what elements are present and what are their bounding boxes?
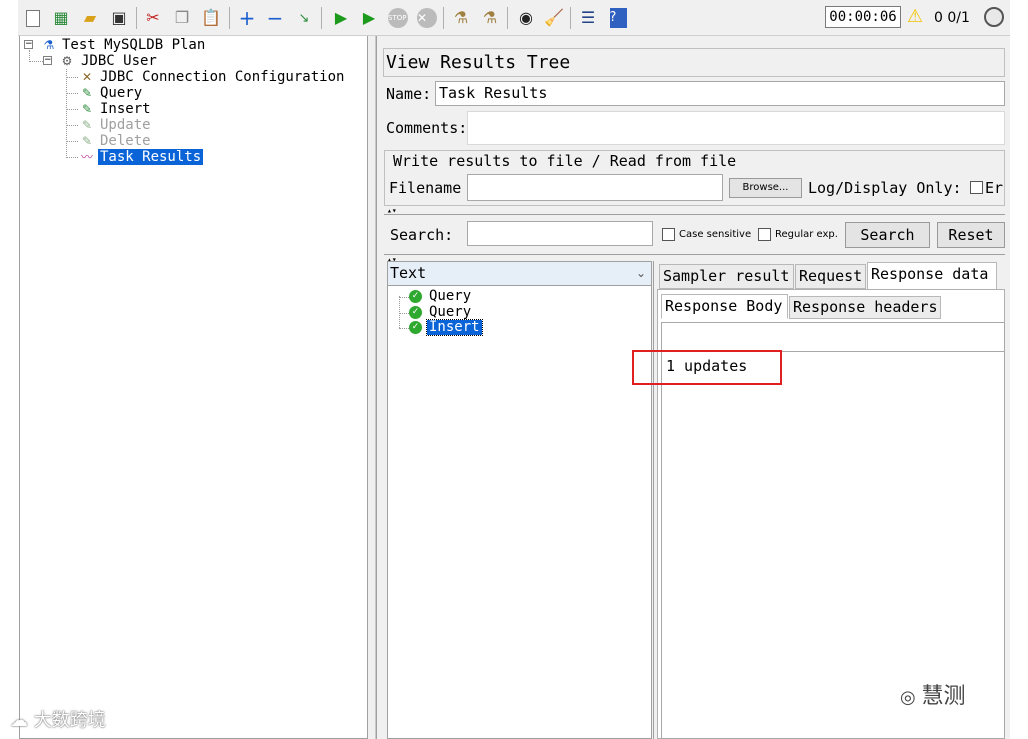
gear-icon: ⚙ <box>61 54 73 68</box>
name-label: Name: <box>386 85 432 103</box>
tab-sampler-result[interactable]: Sampler result <box>659 264 794 289</box>
renderer-value: Text <box>390 264 427 282</box>
toggle-icon[interactable]: ↘ <box>293 7 315 29</box>
panel-title: View Results Tree <box>383 48 1005 77</box>
elapsed-timer: 00:00:06 <box>825 6 901 28</box>
reset-button[interactable]: Reset <box>937 222 1005 248</box>
sample-item-insert[interactable]: Insert <box>426 319 483 336</box>
start-no-pauses-icon[interactable]: ▶ <box>358 7 380 29</box>
case-sensitive-label: Case sensitive <box>679 229 752 240</box>
dropper-icon: ✎ <box>81 86 93 100</box>
start-icon[interactable]: ▶ <box>330 7 352 29</box>
errors-checkbox[interactable] <box>970 181 983 194</box>
templates-icon[interactable]: ▦ <box>50 7 72 29</box>
stop-icon[interactable]: STOP <box>387 7 409 29</box>
cloud-icon: ☁ <box>10 710 34 731</box>
search-label: Search: <box>390 226 454 244</box>
tree-item-task-results[interactable]: Task Results <box>98 149 204 165</box>
sample-item-query[interactable]: Query <box>429 305 471 320</box>
comments-field[interactable] <box>467 111 1005 145</box>
dropper-icon: ✎ <box>81 134 93 148</box>
highlight-box <box>632 350 782 385</box>
renderer-select[interactable]: Text ⌄ <box>388 262 651 286</box>
expand-icon[interactable]: + <box>236 7 258 29</box>
reset-search-icon[interactable]: 🧹 <box>543 7 565 29</box>
filename-label: Filename <box>389 179 462 197</box>
success-icon: ✓ <box>409 306 422 319</box>
tab-response-data[interactable]: Response data <box>867 262 997 290</box>
tree-item-insert[interactable]: Insert <box>100 101 151 117</box>
tab-response-headers[interactable]: Response headers <box>789 296 941 319</box>
flask-icon: ⚗ <box>43 38 55 52</box>
collapse-plan-icon[interactable]: − <box>24 40 33 49</box>
watermark-right-text: 慧测 <box>921 684 966 709</box>
comments-label: Comments: <box>386 119 468 137</box>
name-field[interactable]: Task Results <box>435 81 1005 106</box>
watermark-right: ◎ 慧测 <box>900 678 965 710</box>
thread-counts: 0 0/1 <box>934 10 970 26</box>
help-icon[interactable]: ? <box>607 7 629 29</box>
search-button[interactable]: Search <box>845 222 930 248</box>
paste-icon[interactable]: 📋 <box>200 7 222 29</box>
tab-request[interactable]: Request <box>795 264 866 289</box>
collapse-thread-group-icon[interactable]: − <box>43 56 52 65</box>
watermark-left: ☁ 大数跨境 <box>10 706 106 732</box>
file-section-title: Write results to file / Read from file <box>390 151 740 171</box>
copy-icon[interactable]: ❐ <box>171 7 193 29</box>
clear-icon[interactable]: ⚗ <box>450 7 472 29</box>
errors-label: Er <box>985 179 1004 197</box>
case-sensitive-checkbox[interactable] <box>662 228 675 241</box>
search-icon[interactable]: ◉ <box>515 7 537 29</box>
regex-label: Regular exp. <box>775 229 838 240</box>
save-icon[interactable]: ▣ <box>108 7 130 29</box>
dropper-icon: ✎ <box>81 102 93 116</box>
tree-item-delete[interactable]: Delete <box>100 133 151 149</box>
tree-item-update[interactable]: Update <box>100 117 151 133</box>
clear-all-icon[interactable]: ⚗ <box>479 7 501 29</box>
remote-status-icon <box>984 7 1004 27</box>
log-display-label: Log/Display Only: <box>808 179 962 197</box>
browse-button[interactable]: Browse... <box>729 178 802 198</box>
response-toolbar-area <box>661 322 1005 352</box>
filename-input[interactable] <box>467 174 723 201</box>
tab-response-body[interactable]: Response Body <box>661 294 788 319</box>
warning-icon[interactable]: ⚠ <box>907 7 923 27</box>
chevron-down-icon: ⌄ <box>635 266 646 280</box>
tree-item-thread-group[interactable]: JDBC User <box>81 53 157 69</box>
success-icon: ✓ <box>409 290 422 303</box>
tree-item-query[interactable]: Query <box>100 85 142 101</box>
graph-icon: 〰 <box>80 150 93 164</box>
wechat-icon: ◎ <box>900 687 922 708</box>
watermark-left-text: 大数跨境 <box>33 710 106 731</box>
tree-item-plan[interactable]: Test MySQLDB Plan <box>62 37 205 53</box>
tree-item-jdbc-config[interactable]: JDBC Connection Configuration <box>100 69 344 85</box>
cut-icon[interactable]: ✂ <box>142 7 164 29</box>
success-icon: ✓ <box>409 321 422 334</box>
split-divider[interactable] <box>368 36 376 739</box>
dropper-icon: ✎ <box>81 118 93 132</box>
new-icon[interactable] <box>22 7 44 29</box>
function-helper-icon[interactable]: ☰ <box>577 7 599 29</box>
search-input[interactable] <box>467 221 653 246</box>
shutdown-icon[interactable]: ✕ <box>416 7 438 29</box>
sample-item-query[interactable]: Query <box>429 289 471 304</box>
wrench-icon: ✕ <box>81 70 93 84</box>
collapse-icon[interactable]: − <box>264 7 286 29</box>
open-icon[interactable]: ▰ <box>79 7 101 29</box>
regex-checkbox[interactable] <box>758 228 771 241</box>
